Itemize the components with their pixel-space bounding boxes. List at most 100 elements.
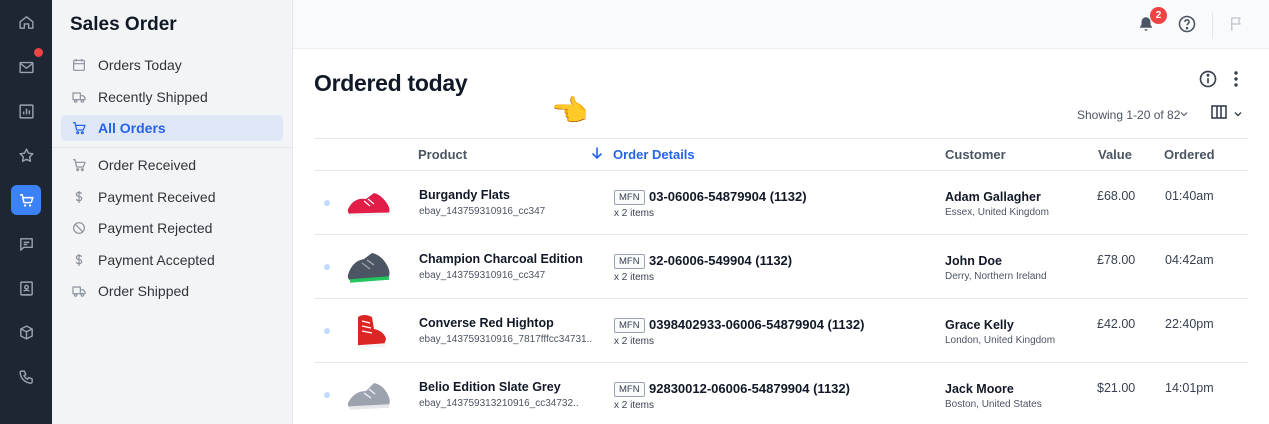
cart-icon [73,159,86,172]
order-time: 04:42am [1165,253,1214,267]
help-icon [1178,15,1196,33]
cart-icon [73,122,86,135]
unread-dot [324,392,330,398]
unread-dot [324,200,330,206]
sidebar-item-payment-rejected[interactable]: Payment Rejected [61,215,283,241]
contact-card-icon [19,280,33,296]
star-icon [18,147,34,162]
order-id[interactable]: 0398402933-06006-54879904 (1132) [649,317,864,332]
customer-location: Essex, United Kingdom [945,207,1049,218]
order-time: 14:01pm [1165,381,1214,395]
table-top-border [314,138,1248,139]
product-name[interactable]: Burgandy Flats [419,188,510,202]
sidebar-item-label: All Orders [98,120,166,136]
product-name[interactable]: Converse Red Hightop [419,316,554,330]
pagination-summary[interactable]: Showing 1-20 of 82 [1077,108,1180,122]
header-divider [1212,12,1213,38]
product-sku: ebay_143759310916_cc347 [419,270,546,281]
mail-icon [18,61,34,73]
sidebar-item-label: Payment Received [98,189,216,205]
order-quantity: x 2 items [614,208,655,219]
table-row[interactable]: Belio Edition Slate Grey ebay_1437593132… [314,363,1248,424]
order-value: £42.00 [1097,317,1136,331]
customer-location: London, United Kingdom [945,335,1056,346]
notification-badge: 2 [1150,7,1167,24]
product-sku: ebay_143759310916_cc347 [419,206,546,217]
order-quantity: x 2 items [614,272,655,283]
phone-icon [18,369,33,384]
column-header-product[interactable]: Product [418,147,467,162]
dollar-icon [75,254,83,266]
more-vertical-icon[interactable] [1229,70,1243,88]
product-thumbnail [347,383,390,410]
fulfillment-badge: MFN [614,382,645,397]
truck-icon [72,92,86,103]
page-title: Ordered today [314,70,468,96]
rail-products[interactable] [0,317,52,347]
sidebar-title: Sales Order [70,14,177,35]
fulfillment-badge: MFN [614,254,645,269]
customer-name[interactable]: Grace Kelly [945,318,1014,332]
order-quantity: x 2 items [614,336,655,347]
sidebar-item-orders-today[interactable]: Orders Today [61,52,283,78]
main-content: Ordered today Showing 1-20 of 82 👈 Produ… [293,49,1269,424]
chevron-down-icon[interactable] [1233,109,1243,119]
rail-mail[interactable] [0,52,52,82]
rail-reports[interactable] [0,96,52,126]
table-row[interactable]: Converse Red Hightop ebay_143759310916_7… [314,299,1248,363]
sidebar-item-label: Order Received [98,157,197,173]
order-id[interactable]: 32-06006-549904 (1132) [649,253,792,268]
order-id[interactable]: 03-06006-54879904 (1132) [649,189,807,204]
customer-name[interactable]: Jack Moore [945,382,1014,396]
customer-name[interactable]: Adam Gallagher [945,190,1041,204]
rail-home[interactable] [0,7,52,37]
info-icon[interactable] [1198,69,1218,89]
sidebar-item-order-received[interactable]: Order Received [61,152,283,178]
flag-button[interactable] [1227,14,1247,34]
order-time: 01:40am [1165,189,1214,203]
column-header-ordered[interactable]: Ordered [1164,147,1215,162]
rail-messages[interactable] [0,229,52,259]
sidebar-item-recently-shipped[interactable]: Recently Shipped [61,84,283,110]
chart-icon [18,103,34,119]
product-thumbnail [356,315,386,349]
mail-unread-dot [34,48,43,57]
rail-contacts[interactable] [0,273,52,303]
sidebar-item-label: Recently Shipped [98,89,208,105]
order-id[interactable]: 92830012-06006-54879904 (1132) [649,381,850,396]
chevron-down-icon[interactable] [1179,109,1189,119]
dollar-icon [75,191,83,203]
customer-location: Derry, Northern Ireland [945,271,1047,282]
icon-rail [0,0,52,424]
product-name[interactable]: Belio Edition Slate Grey [419,380,561,394]
columns-icon[interactable] [1211,105,1227,119]
flag-icon [1231,17,1241,31]
column-header-order-details[interactable]: Order Details [613,147,695,162]
sidebar-item-all-orders[interactable]: All Orders [61,115,283,141]
sidebar-item-order-shipped[interactable]: Order Shipped [61,278,283,304]
box-icon [19,324,33,340]
rail-orders[interactable] [0,185,52,215]
unread-dot [324,328,330,334]
sidebar-item-payment-accepted[interactable]: Payment Accepted [61,247,283,273]
fulfillment-badge: MFN [614,190,645,205]
sidebar-item-label: Payment Accepted [98,252,215,268]
rail-favorites[interactable] [0,140,52,170]
ban-icon [73,222,85,234]
product-name[interactable]: Champion Charcoal Edition [419,252,583,266]
sidebar-item-payment-received[interactable]: Payment Received [61,184,283,210]
sidebar-item-label: Orders Today [98,57,182,73]
customer-name[interactable]: John Doe [945,254,1002,268]
help-button[interactable] [1177,14,1197,34]
product-thumbnail [347,253,390,283]
cart-icon [19,193,34,207]
truck-icon [72,286,86,297]
customer-location: Boston, United States [945,399,1042,410]
column-header-customer[interactable]: Customer [945,147,1006,162]
table-row[interactable]: Burgandy Flats ebay_143759310916_cc347 M… [314,171,1248,235]
rail-phone[interactable] [0,362,52,392]
column-header-value[interactable]: Value [1098,147,1132,162]
top-header: 2 [293,0,1269,49]
sort-arrow-down-icon[interactable] [590,146,604,160]
table-row[interactable]: Champion Charcoal Edition ebay_143759310… [314,235,1248,299]
